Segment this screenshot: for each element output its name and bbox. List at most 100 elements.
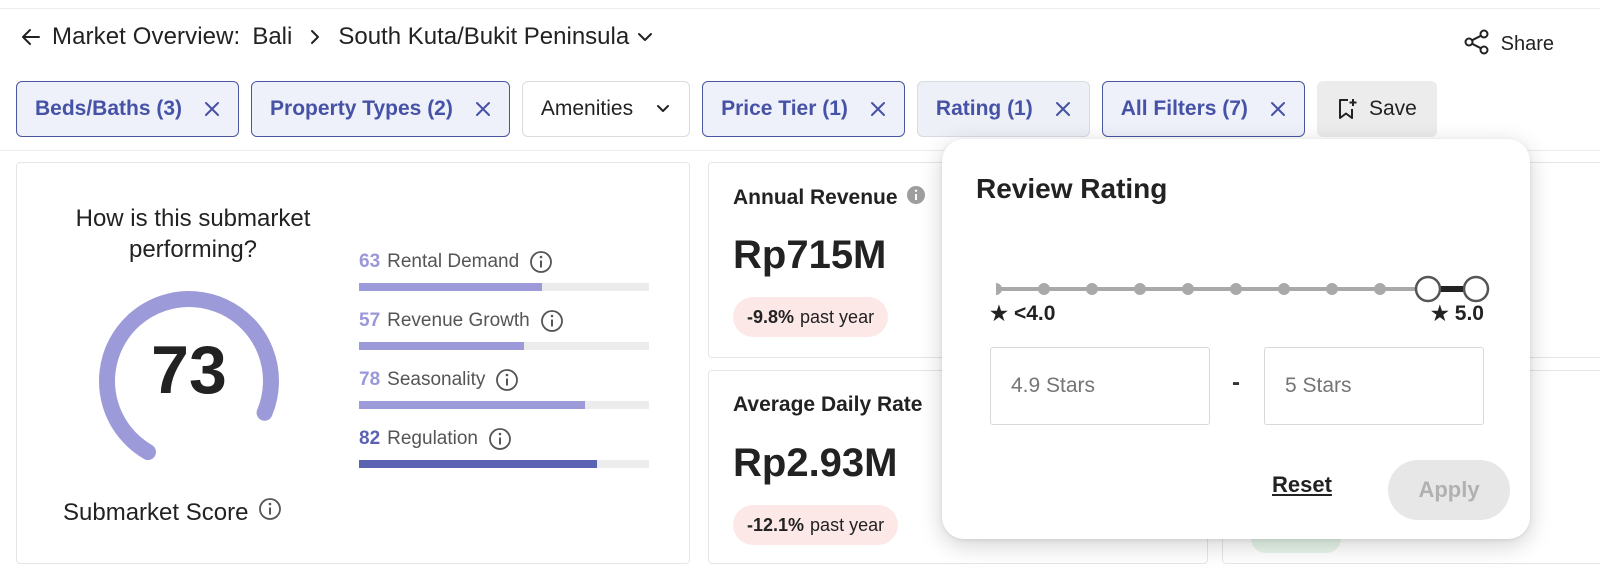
- change-badge: -12.1% past year: [733, 505, 899, 545]
- filter-bar: Beds/Baths (3) Property Types (2) Amenit…: [16, 81, 1437, 137]
- change-value: -9.8%: [747, 306, 795, 327]
- score-question: How is this submarket performing?: [75, 205, 311, 263]
- metric-value: 63: [359, 251, 381, 272]
- slider-handle[interactable]: [1414, 275, 1442, 303]
- filter-chip-label: Property Types (2): [270, 97, 453, 120]
- stat-title-text: Annual Revenue: [733, 186, 898, 209]
- stat-title: Average Daily Rate: [733, 393, 922, 417]
- chevron-down-icon[interactable]: [633, 25, 657, 49]
- metric-bar: [359, 342, 649, 350]
- metric-seasonality: 78 Seasonality: [359, 367, 649, 409]
- filter-chip-all-filters[interactable]: All Filters (7): [1101, 81, 1305, 137]
- max-rating-input[interactable]: [1264, 347, 1484, 425]
- page-title: Market Overview:: [52, 23, 241, 50]
- metric-value: 57: [359, 310, 381, 331]
- info-icon[interactable]: [540, 309, 564, 333]
- share-label: Share: [1500, 33, 1554, 55]
- breadcrumb: Market Overview: Bali South Kuta/Bukit P…: [18, 20, 657, 54]
- change-badge: -9.8% past year: [733, 297, 889, 337]
- slider-handle[interactable]: [1462, 275, 1490, 303]
- metric-value: 78: [359, 369, 381, 390]
- filter-chip-amenities[interactable]: Amenities: [521, 81, 691, 137]
- save-label: Save: [1368, 97, 1417, 120]
- close-icon[interactable]: [202, 99, 222, 119]
- slider-max-label: ★ 5.0: [1431, 301, 1484, 326]
- change-value: -12.1%: [747, 514, 805, 535]
- metric-bar-fill: [359, 342, 525, 350]
- share-button[interactable]: Share: [1463, 28, 1554, 61]
- slider-tick: [996, 283, 1002, 295]
- info-icon[interactable]: [258, 497, 282, 528]
- metric-bar-fill: [359, 460, 597, 468]
- metric-bar-fill: [359, 401, 586, 409]
- metric-bar-fill: [359, 283, 542, 291]
- range-separator: -: [1232, 369, 1240, 396]
- filter-chip-label: Rating (1): [935, 97, 1033, 120]
- slider-min-value: <4.0: [1013, 301, 1056, 325]
- chevron-down-icon: [653, 99, 673, 119]
- metric-bar: [359, 283, 649, 291]
- slider-max-value: 5.0: [1454, 301, 1484, 325]
- metric-label: Regulation: [387, 428, 478, 449]
- chevron-right-icon: [302, 24, 328, 50]
- filter-chip-price-tier[interactable]: Price Tier (1): [702, 81, 905, 137]
- slider-tick: [1278, 283, 1290, 295]
- back-arrow-icon[interactable]: [18, 24, 44, 50]
- submarket-selector[interactable]: South Kuta/Bukit Peninsula: [338, 23, 629, 51]
- info-icon[interactable]: [529, 250, 553, 274]
- metric-bar: [359, 401, 649, 409]
- metric-value: 82: [359, 428, 381, 449]
- popover-title: Review Rating: [976, 173, 1168, 204]
- breadcrumb-location[interactable]: Bali: [252, 23, 292, 51]
- info-icon[interactable]: [906, 185, 926, 211]
- stat-value: Rp715M: [733, 233, 887, 277]
- filter-chip-property-types[interactable]: Property Types (2): [251, 81, 510, 137]
- filter-chip-rating[interactable]: Rating (1): [916, 81, 1090, 137]
- metric-revenue-growth: 57 Revenue Growth: [359, 308, 649, 350]
- metric-rental-demand: 63 Rental Demand: [359, 249, 649, 291]
- score-label-text: Submarket Score: [63, 498, 249, 526]
- bookmark-plus-icon: [1337, 98, 1357, 120]
- metric-bar: [359, 460, 649, 468]
- slider-tick: [1038, 283, 1050, 295]
- slider-tick: [1326, 283, 1338, 295]
- slider-tick: [1134, 283, 1146, 295]
- star-icon: ★: [1430, 303, 1449, 325]
- stat-title-text: Average Daily Rate: [733, 393, 923, 416]
- min-rating-input[interactable]: [990, 347, 1210, 425]
- filter-chip-beds-baths[interactable]: Beds/Baths (3): [16, 81, 240, 137]
- change-suffix: past year: [800, 306, 875, 327]
- metric-label: Rental Demand: [387, 251, 520, 272]
- filter-chip-label: Amenities: [540, 97, 634, 120]
- slider-tick: [1374, 283, 1386, 295]
- close-icon[interactable]: [473, 99, 493, 119]
- metric-label: Revenue Growth: [387, 310, 530, 331]
- close-icon[interactable]: [1268, 99, 1288, 119]
- slider-min-label: ★ <4.0: [990, 301, 1055, 326]
- filter-chip-label: All Filters (7): [1120, 97, 1248, 120]
- rating-range-slider[interactable]: [996, 272, 1494, 306]
- apply-button[interactable]: Apply: [1388, 460, 1510, 520]
- close-icon[interactable]: [1053, 99, 1073, 119]
- score-value: 73: [151, 332, 227, 408]
- rating-filter-popover: Review Rating ★ <4.0 ★ 5.0 - Reset Apply: [942, 139, 1530, 539]
- filter-chip-label: Beds/Baths (3): [35, 97, 183, 120]
- submarket-score-card: How is this submarket performing? 73 Sub…: [16, 162, 690, 564]
- info-icon[interactable]: [488, 427, 512, 451]
- stat-value: Rp2.93M: [733, 441, 898, 485]
- share-icon: [1463, 28, 1491, 61]
- slider-tick: [1230, 283, 1242, 295]
- slider-tick: [1086, 283, 1098, 295]
- reset-button[interactable]: Reset: [1272, 472, 1332, 498]
- metric-regulation: 82 Regulation: [359, 426, 649, 468]
- filter-chip-label: Price Tier (1): [721, 97, 848, 120]
- metric-label: Seasonality: [387, 369, 486, 390]
- info-icon[interactable]: [495, 368, 519, 392]
- stat-title: Annual Revenue: [733, 185, 926, 211]
- change-suffix: past year: [810, 514, 885, 535]
- score-label: Submarket Score: [63, 497, 282, 528]
- top-divider: [0, 8, 1600, 9]
- close-icon[interactable]: [868, 99, 888, 119]
- slider-tick: [1182, 283, 1194, 295]
- save-button[interactable]: Save: [1316, 81, 1437, 137]
